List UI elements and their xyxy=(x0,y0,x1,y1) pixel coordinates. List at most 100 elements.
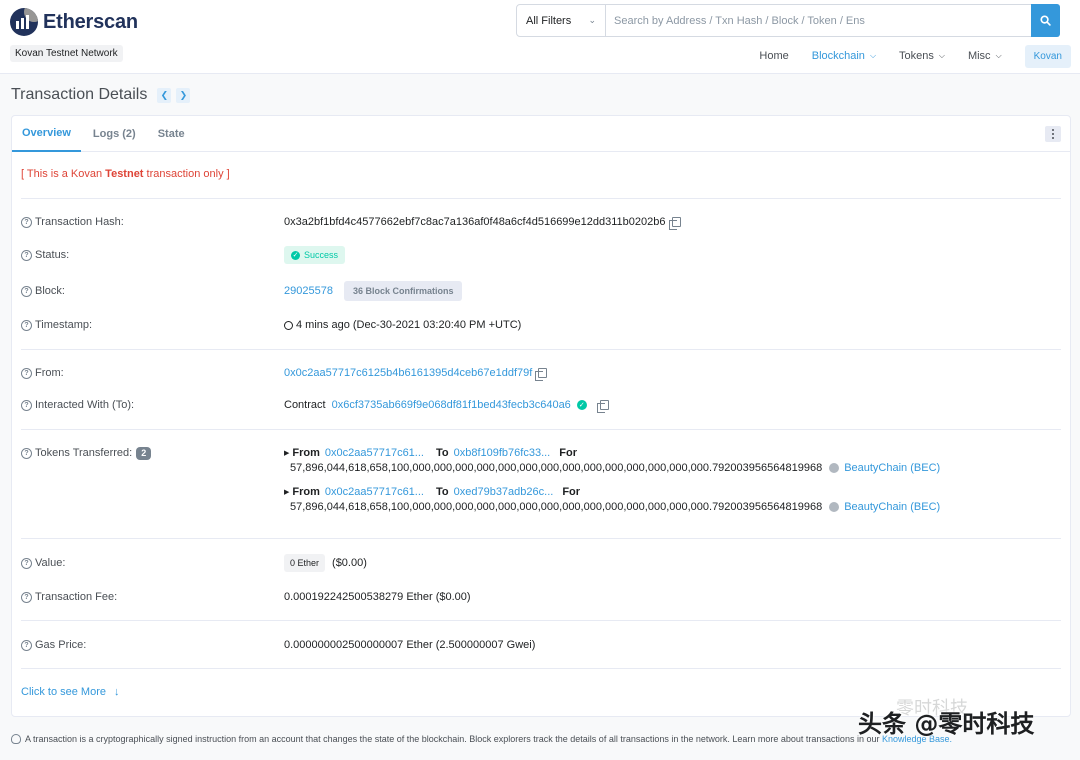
contract-prefix: Contract xyxy=(284,399,329,411)
tx-hash-label: Transaction Hash: xyxy=(35,216,124,228)
question-circle-icon[interactable]: ? xyxy=(21,557,32,569)
previous-tx-button[interactable]: ❮ xyxy=(157,87,172,103)
copy-icon[interactable] xyxy=(596,400,609,413)
token-link[interactable]: BeautyChain (BEC) xyxy=(844,501,940,513)
status-badge: ✓ Success xyxy=(284,246,346,264)
etherscan-logo-icon xyxy=(10,8,38,36)
copy-icon[interactable] xyxy=(668,217,681,230)
divider xyxy=(21,620,1061,621)
for-keyword: For xyxy=(559,447,577,459)
value-badge: 0 Ether xyxy=(284,554,326,572)
chevron-down-icon: ⌵ xyxy=(869,51,877,60)
search-button[interactable] xyxy=(1031,4,1060,37)
transfer-to-link[interactable]: 0xed79b37adb26c... xyxy=(454,486,554,498)
check-circle-icon: ✓ xyxy=(291,250,300,260)
page-title-bar: Transaction Details ❮ ❯ xyxy=(11,86,191,104)
token-transfer: ▶ From 0x0c2aa57717c61... To 0xb8f109fb7… xyxy=(284,446,940,476)
clock-icon xyxy=(284,320,293,330)
from-address-link[interactable]: 0x0c2aa57717c6125b4b6161395d4ceb67e1ddf7… xyxy=(284,367,532,379)
row-status: ? Status: ✓ Success xyxy=(21,245,1061,265)
token-link[interactable]: BeautyChain (BEC) xyxy=(844,462,940,474)
footer-text: A transaction is a cryptographically sig… xyxy=(25,734,882,744)
nav-blockchain[interactable]: Blockchain ⌵ xyxy=(812,50,876,62)
contract-address-link[interactable]: 0x6cf3735ab669f9e068df81f1bed43fecb3c640… xyxy=(332,399,571,411)
search-filter-select[interactable]: All Filters ⌄ xyxy=(517,5,606,36)
next-tx-button[interactable]: ❯ xyxy=(176,87,191,103)
transfer-from-link[interactable]: 0x0c2aa57717c61... xyxy=(325,486,424,498)
warning-prefix: [ This is a Kovan xyxy=(21,168,106,180)
row-gas-price: ? Gas Price: 0.000000002500000007 Ether (… xyxy=(21,635,1061,655)
gas-price-value: 0.000000002500000007 Ether (2.500000007 … xyxy=(284,639,536,651)
caret-right-icon: ▶ xyxy=(284,489,290,496)
check-circle-icon: ✓ xyxy=(576,400,587,410)
chevron-left-icon: ❮ xyxy=(160,89,169,100)
timestamp-value: 4 mins ago (Dec-30-2021 03:20:40 PM +UTC… xyxy=(296,319,522,331)
transfer-amount: 57,896,044,618,658,100,000,000,000,000,0… xyxy=(290,501,823,513)
block-label: Block: xyxy=(35,285,65,297)
row-timestamp: ? Timestamp: 4 mins ago (Dec-30-2021 03:2… xyxy=(21,315,1061,335)
question-circle-icon[interactable]: ? xyxy=(21,639,32,651)
from-keyword: From xyxy=(292,486,320,498)
transfer-from-link[interactable]: 0x0c2aa57717c61... xyxy=(325,447,424,459)
ether-token-icon xyxy=(829,463,840,473)
testnet-warning: [ This is a Kovan Testnet transaction on… xyxy=(21,168,230,180)
brand-name: Etherscan xyxy=(43,10,138,33)
logo[interactable]: Etherscan xyxy=(10,8,138,36)
question-circle-icon[interactable]: ? xyxy=(21,285,32,297)
warning-suffix: transaction only ] xyxy=(143,168,230,180)
divider xyxy=(21,349,1061,350)
page-title: Transaction Details xyxy=(11,86,148,103)
gas-price-label: Gas Price: xyxy=(35,639,87,651)
divider xyxy=(21,198,1061,199)
search-bar: All Filters ⌄ xyxy=(516,4,1060,37)
nav-home[interactable]: Home xyxy=(759,50,788,62)
divider xyxy=(21,538,1061,539)
question-circle-icon[interactable]: ? xyxy=(21,319,32,331)
row-interacted-with: ? Interacted With (To): Contract 0x6cf373… xyxy=(21,395,1061,415)
chevron-down-icon: ⌵ xyxy=(938,51,945,60)
watermark: 头条 @零时科技 xyxy=(858,710,1035,738)
copy-icon[interactable] xyxy=(535,368,548,381)
for-keyword: For xyxy=(562,486,581,498)
question-circle-icon[interactable]: ? xyxy=(21,367,32,379)
question-circle-icon[interactable]: ? xyxy=(21,216,32,228)
tab-overview[interactable]: Overview xyxy=(12,116,81,152)
fee-label: Transaction Fee: xyxy=(35,591,118,603)
network-switch-button[interactable]: Kovan xyxy=(1024,44,1071,68)
value-label: Value: xyxy=(35,557,66,569)
row-from: ? From: 0x0c2aa57717c6125b4b6161395d4ceb6… xyxy=(21,363,1061,383)
transfer-to-link[interactable]: 0xb8f109fb76fc33... xyxy=(454,447,551,459)
row-transaction-fee: ? Transaction Fee: 0.000192242500538279 E… xyxy=(21,587,1061,607)
warning-bold: Testnet xyxy=(105,168,144,180)
question-circle-icon[interactable]: ? xyxy=(21,249,32,261)
to-label: Interacted With (To): xyxy=(35,399,135,411)
value-usd: ($0.00) xyxy=(332,557,367,569)
chevron-right-icon: ❯ xyxy=(179,89,188,100)
to-keyword: To xyxy=(435,486,449,498)
nav-misc[interactable]: Misc ⌵ xyxy=(968,50,1002,62)
to-keyword: To xyxy=(435,447,449,459)
question-circle-icon[interactable]: ? xyxy=(21,591,32,603)
tab-logs[interactable]: Logs (2) xyxy=(83,116,146,152)
timestamp-label: Timestamp: xyxy=(35,319,93,331)
nav-tokens[interactable]: Tokens ⌵ xyxy=(899,50,945,62)
row-tx-hash: ? Transaction Hash: 0x3a2bf1bfd4c4577662e… xyxy=(21,212,1061,232)
nav-blockchain-label: Blockchain xyxy=(811,50,865,62)
status-value: Success xyxy=(304,250,339,260)
question-circle-icon[interactable]: ? xyxy=(21,447,32,459)
transfer-amount: 57,896,044,618,658,100,000,000,000,000,0… xyxy=(290,462,823,474)
search-icon xyxy=(1040,15,1051,26)
more-options-button[interactable] xyxy=(1045,126,1061,142)
from-keyword: From xyxy=(292,447,320,459)
nav-home-label: Home xyxy=(759,50,789,62)
see-more-button[interactable]: Click to see More ↓ xyxy=(21,686,119,698)
block-link[interactable]: 29025578 xyxy=(284,285,333,297)
fee-value: 0.000192242500538279 Ether ($0.00) xyxy=(284,591,471,603)
search-input[interactable] xyxy=(606,5,1031,36)
main-nav: Home Blockchain ⌵ Tokens ⌵ Misc ⌵ Kovan xyxy=(759,44,1080,68)
from-label: From: xyxy=(35,367,64,379)
question-circle-icon[interactable]: ? xyxy=(21,399,32,411)
divider xyxy=(21,668,1061,669)
tab-state[interactable]: State xyxy=(148,116,195,152)
caret-right-icon: ▶ xyxy=(284,450,290,457)
